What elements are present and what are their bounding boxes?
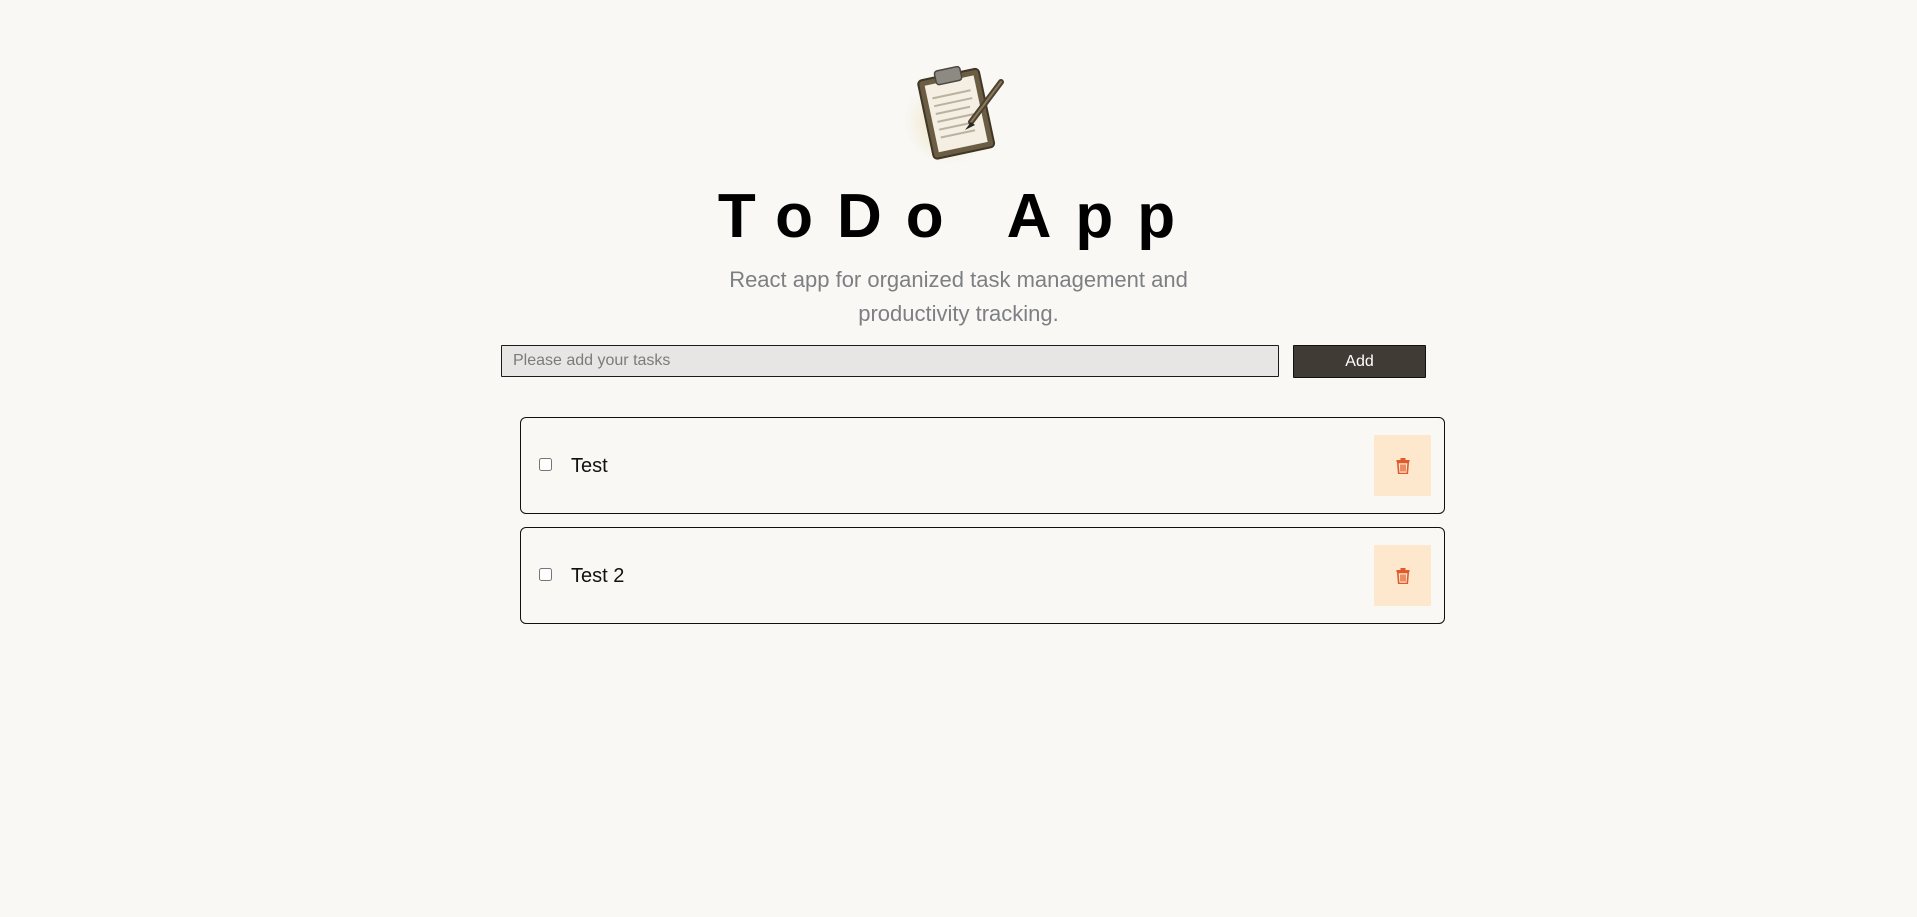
page-title: ToDo App xyxy=(717,182,1200,251)
trash-icon xyxy=(1396,457,1410,474)
todo-label: Test 2 xyxy=(571,565,625,587)
add-button[interactable]: Add xyxy=(1293,345,1426,378)
todo-checkbox[interactable] xyxy=(539,458,552,471)
todo-label: Test xyxy=(571,455,608,477)
todo-item: Test xyxy=(520,417,1445,514)
subtitle-line: productivity tracking. xyxy=(858,301,1059,326)
page-subtitle: React app for organized task management … xyxy=(0,263,1917,331)
task-input[interactable] xyxy=(501,345,1279,377)
todo-app-page: ToDo App React app for organized task ma… xyxy=(0,0,1917,917)
delete-button[interactable] xyxy=(1374,545,1431,606)
todo-checkbox[interactable] xyxy=(539,568,552,581)
trash-icon xyxy=(1396,567,1410,584)
todo-item: Test 2 xyxy=(520,527,1445,624)
clipboard-with-pen-icon xyxy=(905,58,1011,166)
delete-button[interactable] xyxy=(1374,435,1431,496)
todo-list: Test Test 2 xyxy=(520,417,1445,637)
subtitle-line: React app for organized task management … xyxy=(729,267,1188,292)
